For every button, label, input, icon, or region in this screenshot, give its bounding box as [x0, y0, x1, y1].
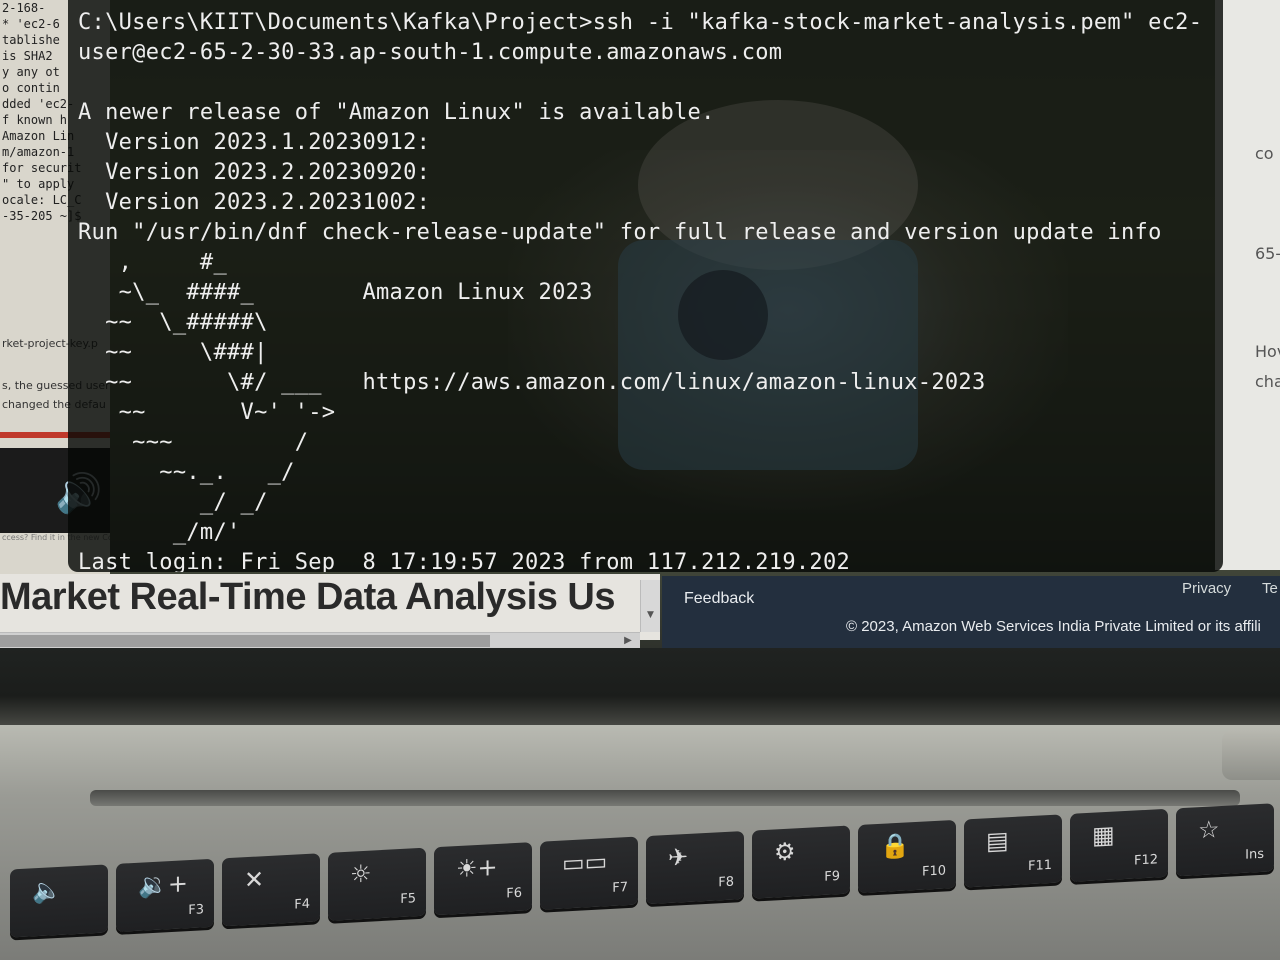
terminal-line: _/m/': [78, 520, 241, 545]
terminal-line: ~\_ ####_ Amazon Linux 2023: [78, 280, 593, 305]
background-right-snippet: co: [1255, 144, 1274, 163]
terminal-line: ~~ \###|: [78, 340, 268, 365]
laptop-photo: 2-168- * 'ec2-6 tablishe is SHA2 y any ot o …: [0, 0, 1280, 960]
function-key[interactable]: 🔉+ F3: [116, 858, 214, 932]
terminal-line: A newer release of "Amazon Linux" is ava…: [78, 100, 715, 125]
horizontal-scrollbar[interactable]: ▶: [0, 632, 640, 648]
background-right-snippet: 65-: [1255, 244, 1280, 263]
function-key[interactable]: ▦ F12: [1070, 808, 1168, 882]
function-key[interactable]: ▤ F11: [964, 814, 1062, 888]
function-key[interactable]: ☆ Ins: [1176, 803, 1274, 877]
function-key-label: F10: [921, 863, 946, 880]
terminal-line: C:\Users\KIIT\Documents\Kafka\Project>ss…: [78, 10, 1203, 35]
function-key[interactable]: 🔈: [10, 864, 108, 938]
article-heading-strip: Market Real-Time Data Analysis Us: [0, 574, 660, 640]
function-key[interactable]: ☀+ F6: [434, 842, 532, 916]
terminal-line: ~~ \#/ ___ https://aws.amazon.com/linux/…: [78, 370, 986, 395]
laptop-hinge: [90, 790, 1240, 806]
background-right-snippet: Hov: [1255, 342, 1280, 361]
terminal-window[interactable]: C:\Users\KIIT\Documents\Kafka\Project>ss…: [68, 0, 1223, 572]
settings-icon: ⚙: [774, 837, 796, 867]
article-heading: Market Real-Time Data Analysis Us: [0, 576, 616, 618]
scroll-down-icon[interactable]: ▼: [641, 610, 660, 620]
terminal-output[interactable]: C:\Users\KIIT\Documents\Kafka\Project>ss…: [78, 8, 1218, 572]
star-icon: ☆: [1198, 815, 1220, 845]
brightness-down-icon: ☼: [350, 859, 372, 889]
function-key-label: F6: [506, 885, 522, 902]
function-key-label: F5: [400, 891, 416, 908]
function-key[interactable]: ✈ F8: [646, 831, 744, 905]
laptop-screen: 2-168- * 'ec2-6 tablishe is SHA2 y any ot o …: [0, 0, 1280, 660]
terminal-line: Last login: Fri Sep 8 17:19:57 2023 from…: [78, 550, 851, 572]
vertical-scrollbar[interactable]: ▼: [640, 580, 660, 632]
terminal-line: user@ec2-65-2-30-33.ap-south-1.compute.a…: [78, 40, 783, 65]
function-key-label: F7: [612, 880, 628, 896]
keyboard-backlight-icon: ▤: [986, 826, 1009, 856]
function-key[interactable]: ✕ F4: [222, 853, 320, 927]
function-key[interactable]: ⚙ F9: [752, 825, 850, 899]
display-switch-icon: ▭▭: [562, 847, 608, 878]
function-key-label: F12: [1133, 852, 1158, 869]
function-key-label: F11: [1027, 857, 1052, 875]
terminal-line: _/ _/: [78, 490, 268, 515]
terms-link[interactable]: Te: [1262, 580, 1278, 597]
function-key-label: F4: [294, 896, 310, 913]
terminal-line: Version 2023.2.20230920:: [78, 160, 431, 185]
function-key-label: F9: [824, 868, 840, 885]
background-browser-window: co 65- Hov chang: [1215, 0, 1280, 570]
laptop-bezel: [0, 648, 1280, 728]
scroll-right-icon[interactable]: ▶: [620, 633, 636, 649]
terminal-line: Version 2023.2.20231002:: [78, 190, 431, 215]
feedback-link[interactable]: Feedback: [684, 590, 754, 608]
function-key[interactable]: 🔒 F10: [858, 819, 956, 894]
airplane-icon: ✈: [668, 842, 689, 872]
laptop-hinge-right: [1222, 730, 1280, 780]
privacy-link[interactable]: Privacy: [1182, 580, 1231, 597]
terminal-line: Run "/usr/bin/dnf check-release-update" …: [78, 220, 1162, 245]
function-key-label: F3: [188, 902, 204, 919]
function-key-label: F8: [718, 874, 734, 891]
speaker-mute-icon: 🔈: [32, 875, 62, 906]
terminal-line: ~~ \_#####\: [78, 310, 268, 335]
mic-off-icon: ✕: [244, 865, 265, 895]
calculator-icon: ▦: [1092, 820, 1115, 850]
terminal-line: , #_: [78, 250, 227, 275]
brightness-up-icon: ☀+: [456, 852, 498, 884]
background-right-snippet: chang: [1255, 372, 1280, 391]
function-key-label: Ins: [1245, 846, 1264, 863]
function-key[interactable]: ▭▭ F7: [540, 836, 638, 910]
scrollbar-thumb[interactable]: [0, 635, 490, 647]
copyright-text: © 2023, Amazon Web Services India Privat…: [846, 618, 1261, 635]
terminal-line: ~~~ /: [78, 430, 309, 455]
aws-console-footer: Feedback Privacy Te © 2023, Amazon Web S…: [662, 576, 1280, 650]
terminal-line: Version 2023.1.20230912:: [78, 130, 431, 155]
terminal-line: ~~ V~' '->: [78, 400, 336, 425]
function-key[interactable]: ☼ F5: [328, 847, 426, 921]
volume-up-icon: 🔉+: [138, 869, 188, 900]
lock-icon: 🔒: [880, 831, 910, 861]
terminal-line: ~~._. _/: [78, 460, 295, 485]
